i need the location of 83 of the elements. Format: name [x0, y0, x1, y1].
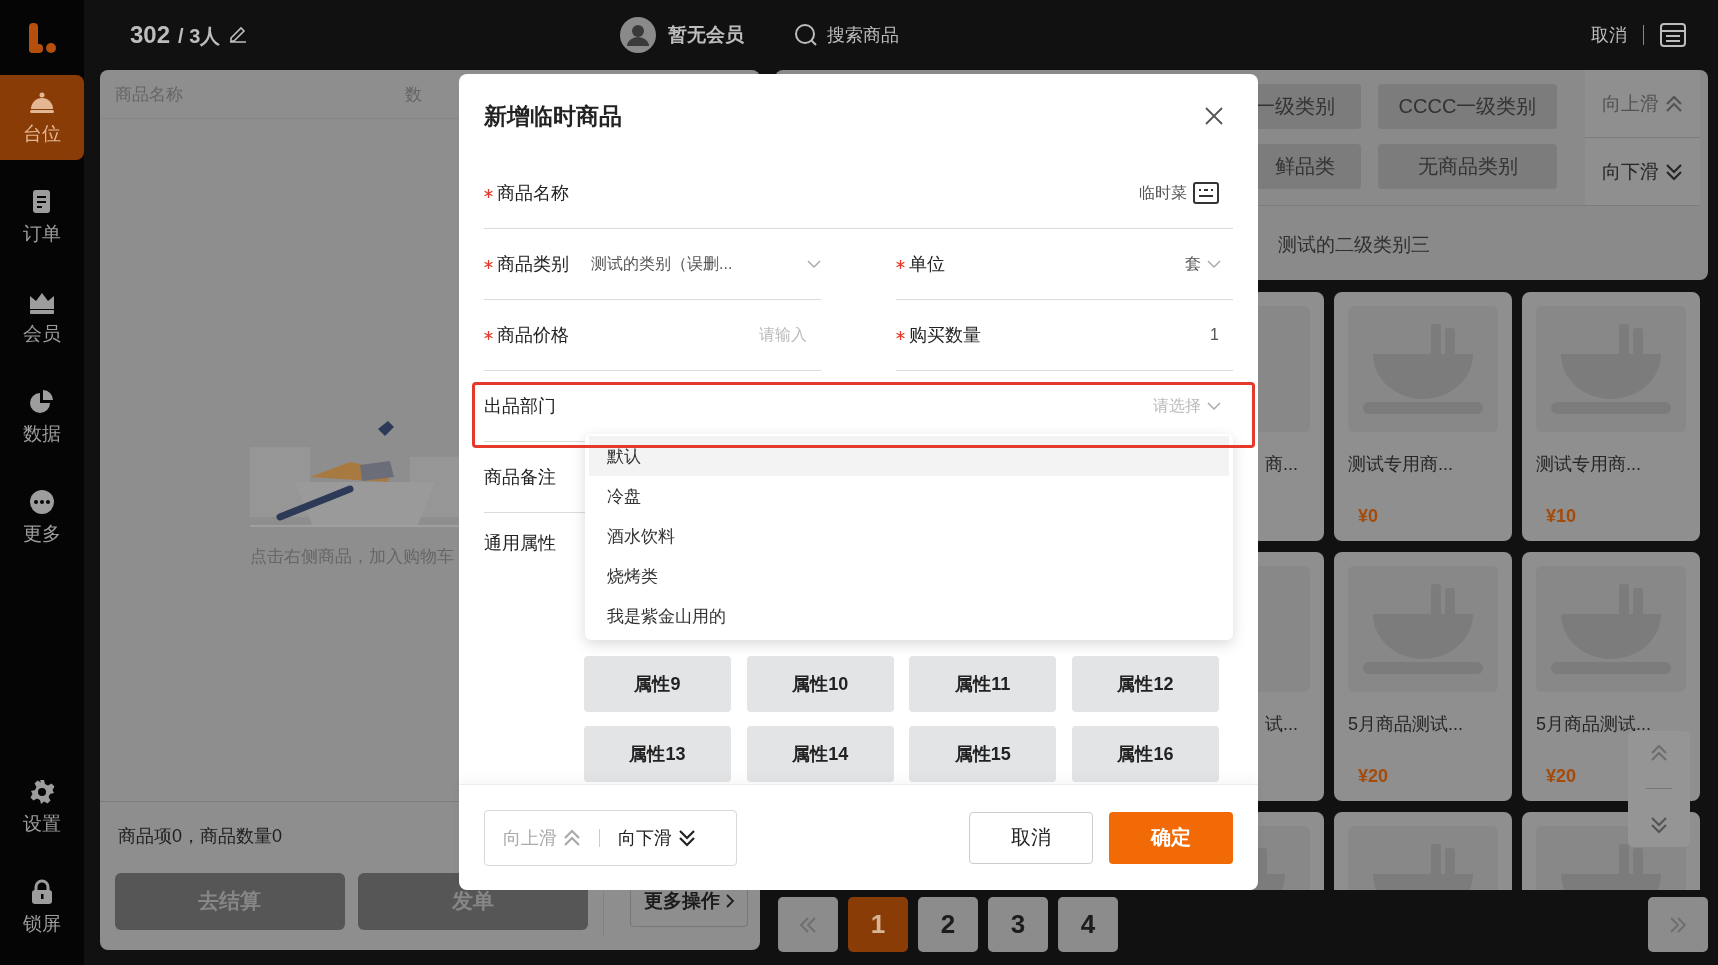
- sidebar-item[interactable]: 设置: [0, 765, 84, 850]
- double-chevron-right-icon: [1669, 915, 1687, 934]
- chevron-down-icon: [1207, 259, 1221, 269]
- attribute-button[interactable]: 属性15: [909, 726, 1057, 782]
- product-card[interactable]: 测试专用商... ¥10: [1522, 292, 1700, 541]
- field-label: 商品备注: [484, 466, 556, 489]
- product-card[interactable]: 5月商品测试... ¥20: [1522, 552, 1700, 801]
- select-field[interactable]: 测试的类别（误删...: [591, 253, 733, 275]
- product-name: 5月商品测试...: [1348, 713, 1464, 736]
- page-button[interactable]: 3: [988, 897, 1048, 952]
- dropdown-option[interactable]: 默认: [589, 436, 1229, 476]
- close-icon[interactable]: [1205, 107, 1223, 125]
- double-chevron-up-icon: [1665, 94, 1683, 113]
- attribute-button[interactable]: 属性9: [584, 656, 731, 712]
- attribute-button[interactable]: 属性11: [909, 656, 1057, 712]
- page-button[interactable]: 4: [1058, 897, 1118, 952]
- product-price: ¥20: [1357, 766, 1390, 787]
- field-label: 商品类别: [497, 253, 569, 276]
- sidebar-item[interactable]: 数据: [0, 375, 84, 460]
- guest-count: / 3人: [178, 23, 221, 49]
- logo-icon: [27, 20, 57, 55]
- list-icon[interactable]: [1660, 23, 1686, 47]
- chevron-right-icon: [725, 894, 735, 908]
- field-label: 单位: [909, 253, 945, 276]
- scroll-down-button[interactable]: 向下滑: [618, 825, 696, 850]
- product-name: 测试专用商...: [1348, 453, 1454, 476]
- select-field[interactable]: 套: [1185, 253, 1221, 275]
- lock-icon: [29, 878, 55, 905]
- cancel-link[interactable]: 取消: [1591, 23, 1627, 47]
- gear-icon: [29, 778, 55, 805]
- product-card[interactable]: 5月商品测试... ¥20: [1334, 552, 1512, 801]
- avatar-icon: [620, 17, 656, 53]
- field-label: 购买数量: [909, 324, 981, 347]
- member-label[interactable]: 暂无会员: [668, 22, 744, 48]
- sidebar-item[interactable]: 锁屏: [0, 865, 84, 950]
- sidebar-item[interactable]: 台位: [0, 75, 84, 160]
- more-icon: [29, 488, 55, 515]
- search-link[interactable]: 搜索商品: [827, 23, 899, 47]
- dropdown-option[interactable]: 酒水饮料: [589, 516, 1229, 556]
- product-name: 试...: [1264, 713, 1299, 736]
- attribute-button[interactable]: 属性13: [584, 726, 731, 782]
- subcategory-tab[interactable]: 测试的二级类别三: [1278, 234, 1430, 255]
- table-number: 302: [130, 20, 171, 49]
- product-price: ¥0: [1357, 506, 1380, 527]
- double-chevron-down-icon: [1665, 162, 1683, 181]
- attribute-button[interactable]: 属性16: [1071, 726, 1219, 782]
- pie-chart-icon: [29, 388, 55, 415]
- sidebar-item[interactable]: 更多: [0, 475, 84, 560]
- page-button[interactable]: 1: [848, 897, 908, 952]
- chevron-down-icon: [1207, 401, 1221, 411]
- scroll-down-icon: [1650, 815, 1668, 834]
- dropdown-option[interactable]: 烧烤类: [589, 556, 1229, 596]
- product-price: ¥20: [1545, 766, 1578, 787]
- product-name: 5月商品测试...: [1536, 713, 1652, 736]
- input-field[interactable]: 1: [1210, 326, 1219, 344]
- field-label: 出品部门: [484, 395, 556, 418]
- dropdown-option[interactable]: 冷盘: [589, 476, 1229, 516]
- cancel-button[interactable]: 取消: [969, 811, 1093, 864]
- name-field[interactable]: 临时菜: [1139, 182, 1219, 204]
- attribute-button[interactable]: 属性12: [1071, 656, 1219, 712]
- product-name: 商...: [1264, 453, 1299, 476]
- dialog-title: 新增临时商品: [484, 101, 622, 131]
- search-icon[interactable]: [794, 23, 818, 47]
- keyboard-icon[interactable]: [1193, 182, 1219, 204]
- product-price: ¥10: [1545, 506, 1578, 527]
- dropdown-option[interactable]: 我是紫金山用的: [589, 596, 1229, 636]
- attribute-button[interactable]: 属性14: [746, 726, 894, 782]
- field-label: 通用属性: [484, 532, 557, 555]
- double-chevron-up-icon: [563, 828, 581, 847]
- page-button[interactable]: 2: [918, 897, 978, 952]
- scroll-down-button[interactable]: 向下滑: [1585, 138, 1700, 205]
- sidebar-item[interactable]: 订单: [0, 175, 84, 260]
- product-name: 测试专用商...: [1536, 453, 1642, 476]
- double-chevron-left-icon: [799, 915, 817, 934]
- field-label: 商品价格: [497, 324, 569, 347]
- product-card[interactable]: 测试专用商... ¥0: [1334, 292, 1512, 541]
- scroll-up-icon: [1650, 744, 1668, 763]
- double-chevron-down-icon: [678, 828, 696, 847]
- sidebar-item[interactable]: 会员: [0, 275, 84, 360]
- cart-summary: 商品项0，商品数量0: [118, 825, 283, 848]
- field-label: 商品名称: [497, 182, 569, 205]
- attribute-button[interactable]: 属性10: [746, 656, 894, 712]
- chevron-down-icon: [807, 259, 821, 269]
